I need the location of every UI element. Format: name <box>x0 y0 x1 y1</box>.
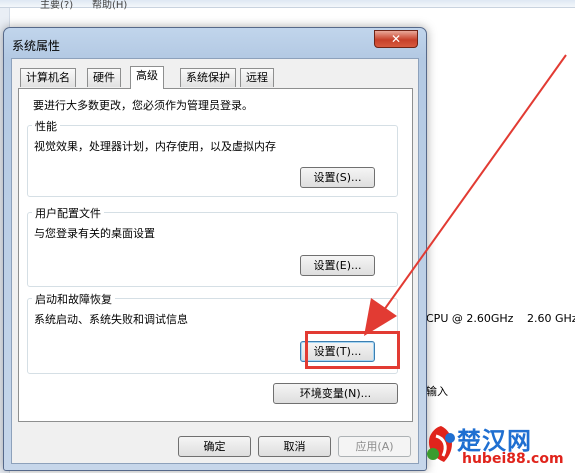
startup-recovery-group-title: 启动和故障恢复 <box>32 291 115 307</box>
watermark-url: hubei88.com <box>462 451 564 467</box>
background-cpu-text: CPU @ 2.60GHz <box>426 312 514 325</box>
admin-notice: 要进行大多数更改，您必须作为管理员登录。 <box>33 99 253 112</box>
site-watermark: 楚汉网 hubei88.com <box>420 418 575 473</box>
system-properties-dialog: 系统属性 ✕ 计算机名 硬件 高级 系统保护 远程 要进行大多数更改，您必须作为… <box>3 27 427 471</box>
cancel-button[interactable]: 取消 <box>258 436 331 457</box>
annotation-highlight-box <box>305 331 400 369</box>
background-menu-item[interactable]: 主要(?) <box>40 0 73 11</box>
advanced-tab-page: 要进行大多数更改，您必须作为管理员登录。 性能 视觉效果，处理器计划，内存使用，… <box>18 88 413 422</box>
background-menu-item[interactable]: 帮助(H) <box>92 0 127 11</box>
watermark-logo-icon <box>427 426 455 462</box>
tab-remote[interactable]: 远程 <box>240 68 274 87</box>
dialog-title: 系统属性 <box>12 39 61 53</box>
close-icon: ✕ <box>390 32 402 46</box>
ok-button[interactable]: 确定 <box>178 436 251 457</box>
tab-computer-name[interactable]: 计算机名 <box>20 68 76 87</box>
performance-group-title: 性能 <box>32 118 60 134</box>
user-profiles-group-title: 用户配置文件 <box>32 205 104 221</box>
performance-settings-button[interactable]: 设置(S)... <box>300 167 375 188</box>
tab-system-protection[interactable]: 系统保护 <box>180 68 236 87</box>
user-profiles-group: 用户配置文件 与您登录有关的桌面设置 设置(E)... <box>27 205 398 287</box>
tab-advanced[interactable]: 高级 <box>130 66 164 89</box>
background-menu-bar: 主要(?) 帮助(H) <box>0 0 575 11</box>
dialog-client-area: 计算机名 硬件 高级 系统保护 远程 要进行大多数更改，您必须作为管理员登录。 … <box>11 58 419 464</box>
performance-description: 视觉效果，处理器计划，内存使用，以及虚拟内存 <box>34 140 276 153</box>
user-profiles-settings-button[interactable]: 设置(E)... <box>300 255 375 276</box>
user-profiles-description: 与您登录有关的桌面设置 <box>34 227 155 240</box>
startup-recovery-description: 系统启动、系统失败和调试信息 <box>34 313 188 326</box>
close-button[interactable]: ✕ <box>374 30 418 48</box>
apply-button[interactable]: 应用(A) <box>338 436 411 457</box>
environment-variables-button[interactable]: 环境变量(N)... <box>273 383 398 404</box>
tab-hardware[interactable]: 硬件 <box>87 68 121 87</box>
background-cpu-speed: 2.60 GHz <box>527 312 575 325</box>
performance-group: 性能 视觉效果，处理器计划，内存使用，以及虚拟内存 设置(S)... <box>27 118 398 197</box>
background-input-text: 输入 <box>426 385 448 398</box>
